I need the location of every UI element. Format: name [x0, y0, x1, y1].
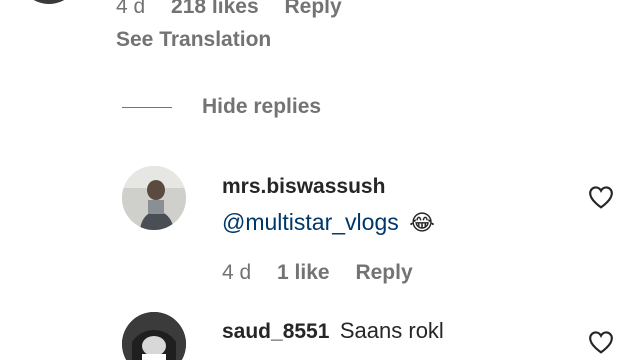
- reply-emoji: 😂: [409, 210, 435, 235]
- heart-outline-icon[interactable]: [588, 330, 614, 354]
- reply-likes[interactable]: 1 like: [277, 261, 330, 284]
- reply-comment-text: Saans rokl: [339, 318, 444, 343]
- see-translation-link[interactable]: See Translation: [116, 28, 271, 52]
- heart-outline-icon[interactable]: [588, 185, 614, 209]
- reply-mention-link[interactable]: @multistar_vlogs: [222, 209, 399, 235]
- reply-reply-button[interactable]: Reply: [355, 261, 412, 284]
- reply-avatar[interactable]: [122, 312, 186, 360]
- replies-divider-line: [122, 107, 172, 108]
- parent-comment-likes[interactable]: 218 likes: [171, 0, 259, 18]
- reply-text: saud_8551 Saans rokl: [222, 318, 444, 344]
- avatar-photo-icon: [122, 166, 186, 230]
- reply-username[interactable]: mrs.biswassush: [222, 175, 385, 199]
- reply-meta: 4 d 1 like Reply: [222, 261, 413, 285]
- reply-avatar[interactable]: [122, 166, 186, 230]
- reply-text: @multistar_vlogs 😂: [222, 209, 435, 236]
- parent-comment-meta: 4 d 218 likes Reply: [116, 0, 342, 19]
- comments-panel: 4 d 218 likes Reply See Translation Hide…: [0, 0, 640, 360]
- hide-replies-button[interactable]: Hide replies: [202, 95, 321, 119]
- parent-comment-avatar[interactable]: [18, 0, 80, 4]
- reply-time: 4 d: [222, 261, 252, 284]
- reply-username[interactable]: saud_8551: [222, 320, 329, 343]
- parent-comment-time: 4 d: [116, 0, 146, 18]
- avatar-photo-icon: [122, 312, 186, 360]
- parent-comment-reply-button[interactable]: Reply: [284, 0, 341, 18]
